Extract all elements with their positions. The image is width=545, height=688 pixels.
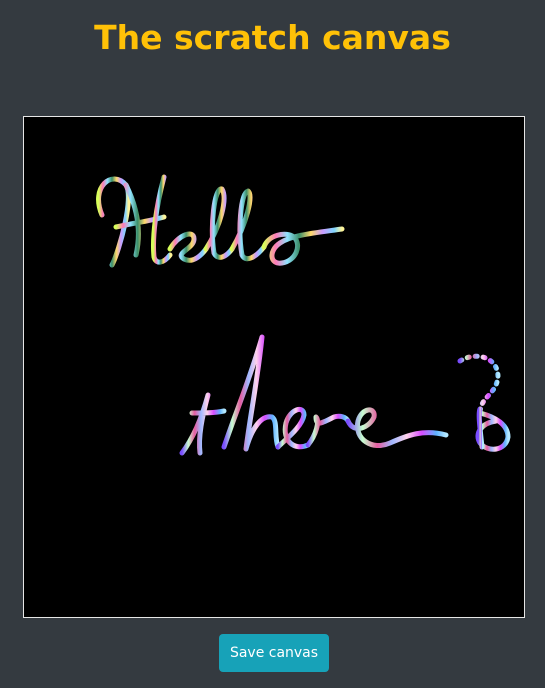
page-title: The scratch canvas	[94, 18, 451, 57]
save-canvas-button[interactable]: Save canvas	[219, 634, 329, 672]
handwriting-scribble	[96, 174, 511, 456]
drawing-canvas[interactable]	[23, 116, 525, 618]
